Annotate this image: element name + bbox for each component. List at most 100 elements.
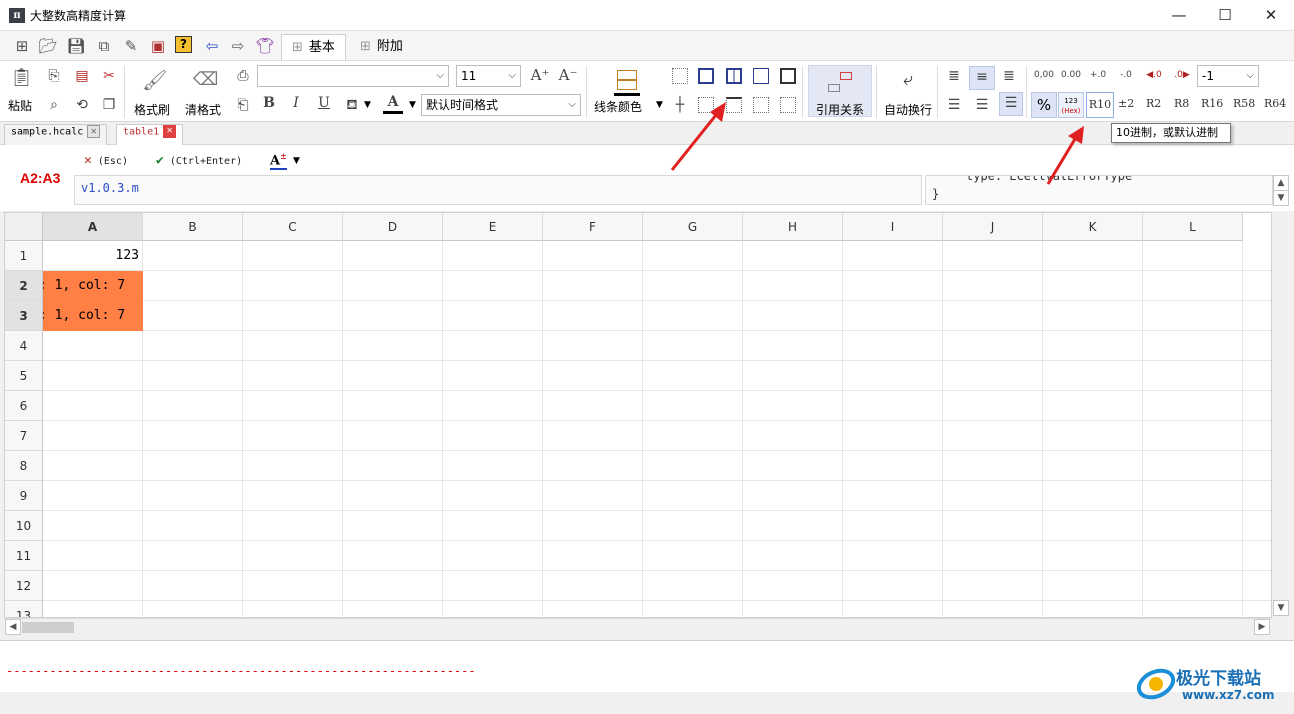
scroll-thumb[interactable] [22, 622, 74, 633]
chevron-down-icon[interactable]: ▼ [364, 100, 371, 110]
base-58-button[interactable]: R58 [1233, 97, 1255, 110]
shrink-font-button[interactable]: A⁻ [558, 66, 578, 86]
percent-button[interactable]: % [1031, 92, 1057, 118]
paste-special-icon[interactable]: ⎙ [233, 66, 253, 86]
scroll-up-arrow-icon[interactable]: ▲ [1273, 175, 1289, 191]
chevron-down-icon[interactable]: ▼ [293, 156, 300, 166]
minimize-button[interactable]: — [1156, 0, 1202, 31]
autowrap-button-label[interactable]: 自动换行 [884, 101, 932, 118]
hex-button[interactable]: 123 (Hex) [1058, 92, 1084, 118]
save-as-icon[interactable]: ✎ [121, 36, 141, 56]
undo-arrow-icon[interactable]: ⇦ [202, 36, 222, 56]
shift-left-icon[interactable]: ◀.0 [1143, 70, 1165, 80]
replace-icon[interactable]: ⟲ [72, 95, 92, 115]
grow-font-button[interactable]: A⁺ [530, 66, 550, 86]
paste-format-icon[interactable]: ⎗ [233, 95, 253, 115]
wrap-text-icon[interactable]: ⤶ [898, 70, 918, 90]
row-header[interactable]: 2 [5, 271, 43, 301]
align-center-icon[interactable]: ☰ [972, 95, 992, 115]
border-outer-icon[interactable] [698, 68, 714, 84]
align-middle-icon[interactable]: ≡ [969, 66, 995, 90]
row-header[interactable]: 11 [5, 541, 43, 571]
decimal-format-icon[interactable]: 0.00 [1060, 70, 1082, 80]
precision-select[interactable]: -1 ⌵ [1197, 65, 1259, 87]
scroll-down-arrow-icon[interactable]: ▼ [1273, 600, 1289, 616]
cell-a3[interactable]: : 1, col: 7 [43, 301, 143, 331]
help-icon[interactable]: ? [175, 36, 192, 53]
row-header[interactable]: 5 [5, 361, 43, 391]
row-header[interactable]: 12 [5, 571, 43, 601]
row-header[interactable]: 4 [5, 331, 43, 361]
clear-format-icon[interactable]: ⌫ [193, 70, 218, 90]
scroll-down-arrow-icon[interactable]: ▼ [1273, 190, 1289, 206]
close-tab-icon[interactable]: ✕ [163, 125, 177, 138]
sign-button[interactable]: ±2 [1118, 97, 1134, 110]
align-bottom-icon[interactable]: ≣ [999, 66, 1019, 86]
tab-extra[interactable]: ⊞ 附加 [350, 34, 413, 60]
column-header[interactable]: E [443, 213, 543, 241]
cut-cells-icon[interactable]: ⎘ [44, 66, 64, 86]
save-all-icon[interactable]: ⧉ [94, 36, 114, 56]
file-tab-table1[interactable]: table1 ✕ [116, 124, 184, 145]
base-16-button[interactable]: R16 [1201, 97, 1223, 110]
save-close-icon[interactable]: ▣ [148, 36, 168, 56]
base-10-button[interactable]: R10 [1086, 92, 1114, 118]
column-header[interactable]: F [543, 213, 643, 241]
line-color-button-label[interactable]: 线条颜色 [594, 98, 642, 115]
time-format-select[interactable]: 默认时间格式 ⌵ [421, 94, 581, 116]
row-header[interactable]: 10 [5, 511, 43, 541]
row-header[interactable]: 7 [5, 421, 43, 451]
copy-icon[interactable]: ❐ [99, 95, 119, 115]
column-header[interactable]: I [843, 213, 943, 241]
border-right-icon[interactable] [753, 97, 769, 113]
column-header[interactable]: L [1143, 213, 1243, 241]
horizontal-scrollbar[interactable]: ◀ ▶ [4, 618, 1272, 635]
copy-value-icon[interactable]: ▤ [72, 66, 92, 86]
base-8-button[interactable]: R8 [1174, 97, 1189, 110]
format-brush-icon[interactable]: 🖌︎ [142, 70, 167, 90]
row-header[interactable]: 13 [5, 601, 43, 617]
row-header[interactable]: 8 [5, 451, 43, 481]
save-icon[interactable]: 💾︎ [66, 36, 86, 56]
border-thick-icon[interactable] [780, 68, 796, 84]
border-box-icon[interactable] [753, 68, 769, 84]
cell-a2[interactable]: : 1, col: 7 [43, 271, 143, 301]
scroll-right-arrow-icon[interactable]: ▶ [1254, 619, 1270, 635]
base-2-button[interactable]: R2 [1146, 97, 1161, 110]
font-style-icon[interactable]: A± [270, 151, 287, 171]
border-bottom-icon[interactable] [780, 97, 796, 113]
close-tab-icon[interactable]: ✕ [87, 125, 101, 138]
spreadsheet-grid[interactable]: ABCDEFGHIJKL 1 2 3 4 5 6 7 8 9 10 11 12 13 123 : 1, … [4, 212, 1272, 618]
maximize-button[interactable]: ☐ [1202, 0, 1248, 31]
open-folder-icon[interactable]: 📂︎ [38, 36, 58, 56]
column-header[interactable]: A [43, 213, 143, 241]
font-color-button[interactable]: A [383, 94, 403, 114]
align-top-icon[interactable]: ≣ [944, 66, 964, 86]
font-size-select[interactable]: 11 ⌵ [456, 65, 521, 87]
find-icon[interactable]: ⌕ [44, 95, 64, 115]
chevron-down-icon[interactable]: ▼ [409, 100, 416, 110]
new-file-icon[interactable]: ⊞ [12, 36, 32, 56]
column-header[interactable]: H [743, 213, 843, 241]
close-button[interactable]: ✕ [1248, 0, 1294, 31]
column-header[interactable]: K [1043, 213, 1143, 241]
row-header[interactable]: 9 [5, 481, 43, 511]
paste-button-label[interactable]: 粘贴 [8, 97, 32, 114]
increase-decimal-icon[interactable]: +.0 [1087, 70, 1109, 80]
bold-button[interactable]: B [259, 95, 279, 115]
tab-basic[interactable]: ⊞ 基本 [281, 34, 346, 60]
skin-shirt-icon[interactable]: 👕︎ [255, 36, 275, 56]
row-header[interactable]: 6 [5, 391, 43, 421]
font-name-select[interactable]: ⌵ [257, 65, 449, 87]
file-tab-sample[interactable]: sample.hcalc ✕ [4, 124, 108, 145]
paste-icon[interactable]: 📋︎ [10, 68, 33, 88]
scroll-left-arrow-icon[interactable]: ◀ [5, 619, 21, 635]
clear-format-button-label[interactable]: 清格式 [185, 101, 221, 118]
underline-button[interactable]: U [314, 95, 334, 115]
align-right-icon[interactable]: ☰ [999, 92, 1023, 116]
border-none-icon[interactable] [672, 68, 688, 84]
border-all-icon[interactable] [726, 68, 742, 84]
column-header[interactable]: D [343, 213, 443, 241]
vertical-scrollbar[interactable]: ▼ [1272, 212, 1290, 618]
decrease-decimal-icon[interactable]: -.0 [1115, 70, 1137, 80]
